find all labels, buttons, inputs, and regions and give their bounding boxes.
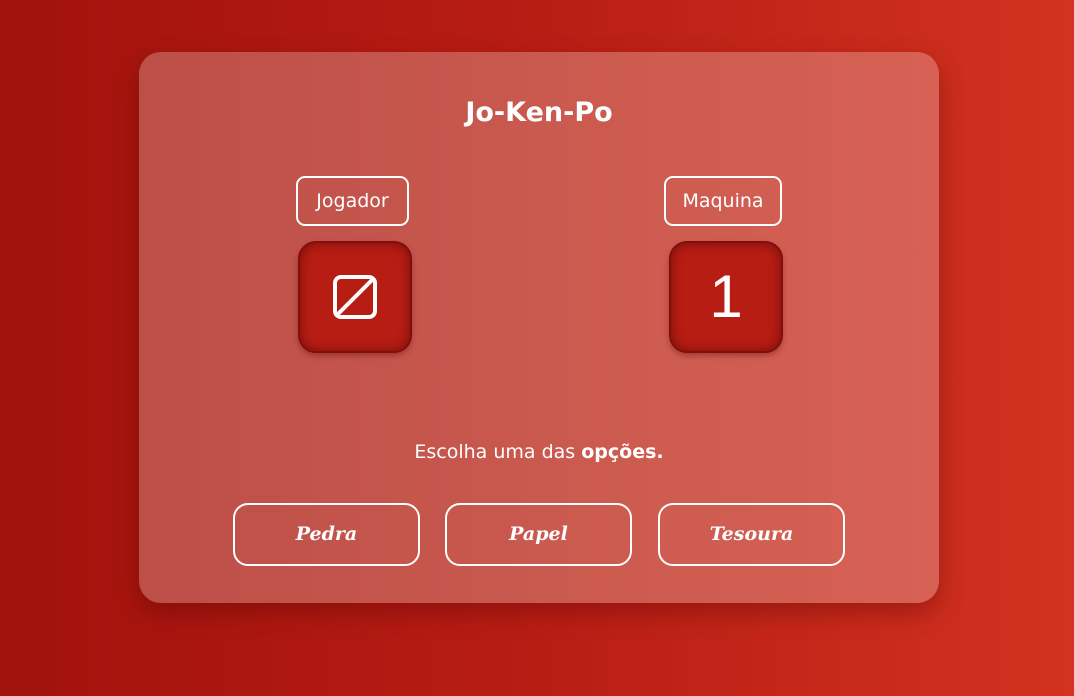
empty-choice-icon: [333, 275, 377, 319]
status-message-emphasis: opções.: [581, 441, 664, 463]
player-choice-box: [298, 241, 412, 353]
machine-choice-box: 1: [669, 241, 783, 353]
player-label: Jogador: [296, 176, 409, 226]
game-card: Jo-Ken-Po Jogador Maquina 1 Escolha uma …: [139, 52, 939, 603]
machine-label: Maquina: [664, 176, 782, 226]
machine-value: 1: [709, 263, 743, 330]
papel-button[interactable]: Papel: [445, 503, 632, 566]
status-message-prefix: Escolha uma das: [414, 441, 582, 463]
pedra-button[interactable]: Pedra: [233, 503, 420, 566]
page-title: Jo-Ken-Po: [465, 97, 613, 128]
tesoura-button[interactable]: Tesoura: [658, 503, 845, 566]
status-message: Escolha uma das opções.: [139, 438, 939, 466]
